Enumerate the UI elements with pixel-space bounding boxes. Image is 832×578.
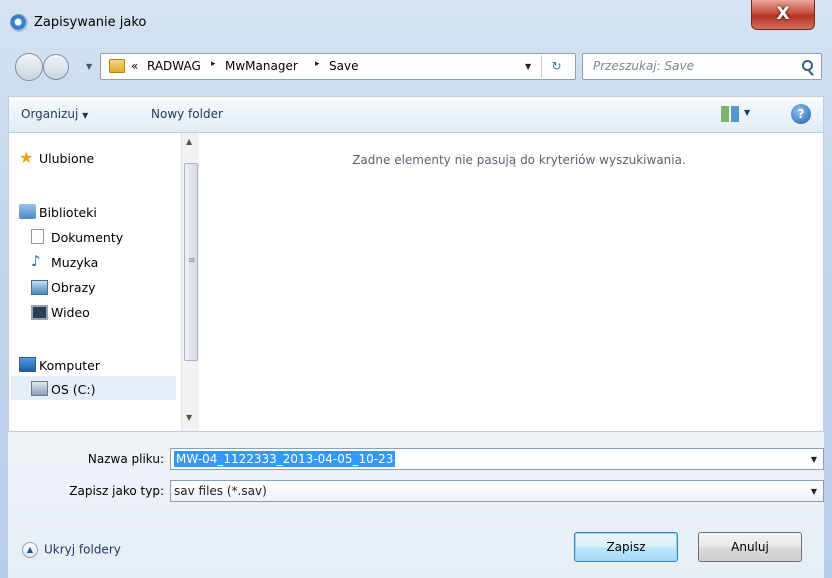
chevron-down-icon[interactable]: ▼ — [811, 487, 817, 496]
filetype-label: Zapisz jako typ: — [69, 484, 164, 498]
save-button[interactable]: Zapisz — [574, 532, 678, 562]
new-folder-button[interactable]: Nowy folder — [151, 107, 223, 121]
sidebar-item-music[interactable]: Muzyka — [51, 255, 98, 270]
file-list[interactable]: Zadne elementy nie pasują do kryteriów w… — [214, 133, 824, 431]
nav-scrollbar[interactable]: ▲ ≡ ▼ — [181, 133, 199, 431]
breadcrumb-separator[interactable]: ▸ — [315, 59, 320, 69]
chevron-down-icon[interactable]: ▼ — [811, 455, 817, 464]
chevron-down-icon: ▼ — [82, 111, 89, 120]
title-bar[interactable]: Zapisywanie jako X — [0, 0, 832, 44]
folder-icon — [109, 59, 125, 73]
star-icon: ★ — [19, 148, 34, 167]
hide-folders-label: Ukryj foldery — [44, 542, 121, 557]
filetype-select[interactable]: sav files (*.sav) ▼ — [170, 480, 824, 502]
sidebar-item-os-c[interactable]: OS (C:) — [51, 382, 95, 397]
save-options-panel: Nazwa pliku: MW-04_1122333_2013-04-05_10… — [8, 432, 824, 578]
sidebar-item-pictures[interactable]: Obrazy — [51, 280, 96, 295]
dialog-window: Zapisywanie jako X ▼ « RADWAG ▸ MwManage… — [0, 0, 832, 578]
window-title: Zapisywanie jako — [34, 15, 147, 30]
breadcrumb-mwmanager[interactable]: MwManager — [225, 59, 298, 73]
command-bar: Organizuj ▼ Nowy folder ▼ ? — [8, 96, 824, 132]
sidebar-item-libraries[interactable]: Biblioteki — [39, 205, 97, 220]
help-icon[interactable]: ? — [791, 104, 811, 124]
sidebar-item-documents[interactable]: Dokumenty — [51, 230, 123, 245]
filename-value[interactable]: MW-04_1122333_2013-04-05_10-23 — [174, 451, 396, 467]
view-options-icon[interactable] — [721, 106, 739, 122]
sidebar-item-favorites[interactable]: Ulubione — [39, 151, 94, 166]
cancel-button[interactable]: Anuluj — [698, 532, 802, 562]
forward-button[interactable] — [43, 54, 69, 80]
gear-icon — [10, 14, 28, 32]
file-browser: ★ Ulubione Biblioteki Dokumenty ♪ Muzyka… — [8, 132, 824, 432]
breadcrumb-overflow[interactable]: « — [131, 59, 138, 73]
filename-label: Nazwa pliku: — [87, 452, 164, 466]
search-icon[interactable] — [802, 60, 813, 71]
breadcrumb-radwag[interactable]: RADWAG — [147, 59, 201, 73]
drive-icon — [31, 381, 48, 396]
search-box[interactable]: Przeszukaj: Save — [582, 53, 822, 80]
video-icon — [31, 305, 48, 320]
address-dropdown-icon[interactable]: ▼ — [525, 62, 531, 71]
sidebar-item-video[interactable]: Wideo — [51, 305, 90, 320]
computer-icon — [19, 357, 36, 372]
navigation-row: ▼ « RADWAG ▸ MwManager ▸ Save ▼ ↻ Przesz… — [0, 48, 832, 86]
breadcrumb-save[interactable]: Save — [329, 59, 358, 73]
sidebar-item-computer[interactable]: Komputer — [39, 358, 100, 373]
filename-field[interactable]: MW-04_1122333_2013-04-05_10-23 ▼ — [170, 448, 824, 470]
scroll-up-icon[interactable]: ▲ — [186, 137, 192, 146]
refresh-icon[interactable]: ↻ — [541, 55, 571, 78]
breadcrumb-separator[interactable]: ▸ — [211, 59, 216, 69]
pictures-icon — [31, 280, 48, 295]
back-button[interactable] — [15, 53, 43, 81]
documents-icon — [31, 229, 44, 244]
filetype-value: sav files (*.sav) — [174, 484, 267, 498]
chevron-up-icon: ▲ — [22, 542, 38, 558]
chevron-down-icon[interactable]: ▼ — [744, 108, 750, 117]
scroll-down-icon[interactable]: ▼ — [186, 413, 192, 422]
music-icon: ♪ — [31, 252, 41, 270]
hide-folders-button[interactable]: ▲ Ukryj foldery — [22, 542, 121, 558]
scrollbar-thumb[interactable]: ≡ — [184, 163, 198, 361]
close-button[interactable]: X — [751, 0, 815, 30]
search-input[interactable]: Przeszukaj: Save — [593, 59, 694, 73]
address-bar[interactable]: « RADWAG ▸ MwManager ▸ Save ▼ ↻ — [100, 53, 576, 80]
organize-label: Organizuj — [21, 107, 79, 121]
recent-pages-dropdown-icon[interactable]: ▼ — [86, 62, 92, 71]
libraries-icon — [19, 204, 36, 219]
organize-button[interactable]: Organizuj ▼ — [21, 107, 88, 121]
empty-message: Zadne elementy nie pasują do kryteriów w… — [352, 153, 686, 167]
grip-icon: ≡ — [188, 256, 196, 266]
